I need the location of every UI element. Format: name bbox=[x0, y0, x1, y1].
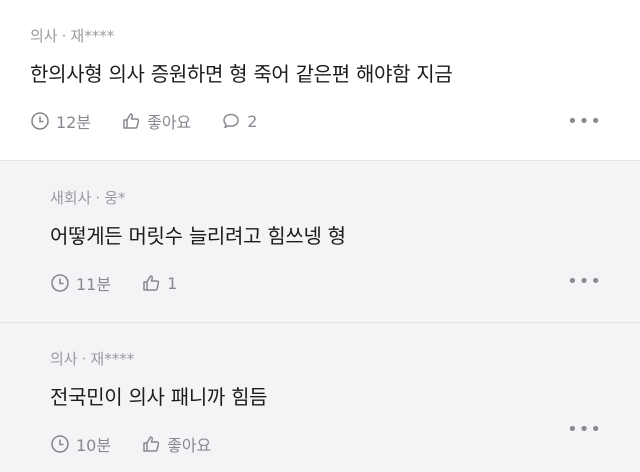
like-label: 좋아요 bbox=[147, 113, 192, 132]
reply-item: 새회사 · 웅* 어떻게든 머릿수 늘리려고 힘쓰넹 형 11분 1 ••• bbox=[0, 161, 640, 323]
comment-meta: 의사 · 재**** bbox=[50, 349, 640, 369]
reply-count: 2 bbox=[247, 111, 258, 131]
comment-actions: 11분 1 bbox=[50, 272, 640, 294]
clock-icon bbox=[51, 274, 69, 292]
thumbs-up-icon bbox=[143, 436, 160, 452]
timestamp: 11분 bbox=[50, 271, 111, 295]
time-label: 12분 bbox=[56, 113, 92, 132]
author-role[interactable]: 새회사 bbox=[50, 189, 91, 207]
thumbs-up-icon bbox=[143, 275, 160, 291]
author-role[interactable]: 의사 bbox=[50, 350, 78, 368]
reply-button[interactable]: 2 bbox=[221, 111, 257, 131]
like-button[interactable]: 좋아요 bbox=[141, 432, 211, 456]
author-role[interactable]: 의사 bbox=[30, 27, 58, 45]
more-dots-icon[interactable]: ••• bbox=[567, 271, 602, 292]
speech-bubble-icon bbox=[223, 113, 240, 129]
meta-separator: · bbox=[81, 350, 87, 368]
thumbs-up-icon bbox=[123, 113, 140, 129]
timestamp: 10분 bbox=[50, 432, 111, 456]
time-label: 10분 bbox=[76, 436, 112, 455]
comment-meta: 새회사 · 웅* bbox=[50, 188, 640, 208]
comment-actions: 12분 좋아요 2 bbox=[30, 110, 640, 132]
clock-icon bbox=[51, 435, 69, 453]
author-name[interactable]: 재**** bbox=[90, 350, 134, 368]
more-dots-icon[interactable]: ••• bbox=[567, 111, 602, 132]
like-button[interactable]: 1 bbox=[141, 273, 177, 293]
more-dots-icon[interactable]: ••• bbox=[567, 419, 602, 440]
like-button[interactable]: 좋아요 bbox=[121, 109, 191, 133]
comment-text: 한의사형 의사 증원하면 형 죽어 같은편 해야함 지금 bbox=[30, 62, 453, 86]
like-label: 좋아요 bbox=[167, 436, 212, 455]
time-label: 11분 bbox=[76, 275, 112, 294]
comment-meta: 의사 · 재**** bbox=[30, 26, 640, 46]
reply-item: 의사 · 재**** 전국민이 의사 패니까 힘듬 10분 좋아요 ••• bbox=[0, 323, 640, 472]
author-name[interactable]: 웅* bbox=[104, 189, 125, 207]
meta-separator: · bbox=[95, 189, 101, 207]
like-count: 1 bbox=[167, 273, 178, 293]
comment-actions: 10분 좋아요 bbox=[50, 433, 640, 455]
author-name[interactable]: 재**** bbox=[70, 27, 114, 45]
timestamp: 12분 bbox=[30, 109, 91, 133]
clock-icon bbox=[31, 112, 49, 130]
comment-text: 전국민이 의사 패니까 힘듬 bbox=[50, 385, 268, 409]
comment-item: 의사 · 재**** 한의사형 의사 증원하면 형 죽어 같은편 해야함 지금 12… bbox=[0, 0, 640, 161]
meta-separator: · bbox=[61, 27, 67, 45]
comment-text: 어떻게든 머릿수 늘리려고 힘쓰넹 형 bbox=[50, 224, 346, 248]
